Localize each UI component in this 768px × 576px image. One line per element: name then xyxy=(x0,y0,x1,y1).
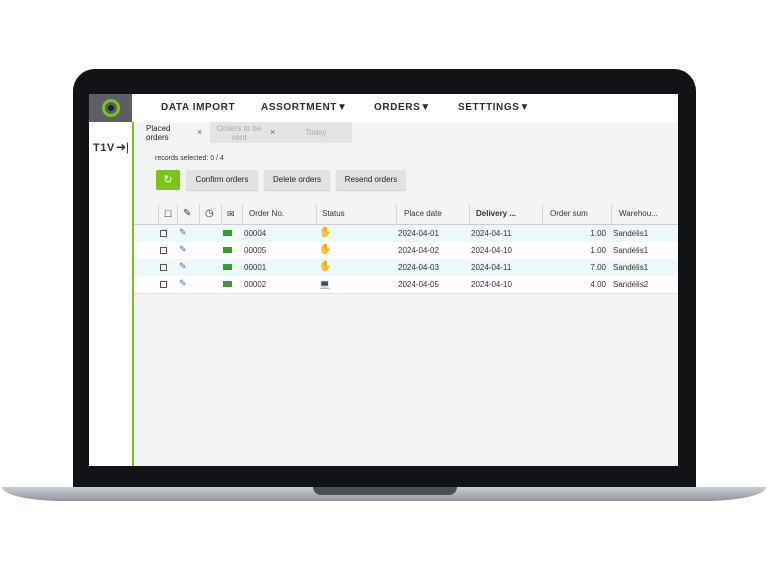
table-row[interactable]: ✎ 00002 💻 2024-04-05 2024-04-10 4.00 San… xyxy=(134,276,678,294)
table-row[interactable]: ✎ 00005 ✋ 2024-04-02 2024-04-10 1.00 San… xyxy=(134,242,678,260)
mail-icon: ✉ xyxy=(221,204,243,224)
order-sum: 1.00 xyxy=(590,246,606,255)
refresh-button[interactable]: ↻ xyxy=(156,170,180,190)
mail-icon xyxy=(223,281,232,287)
table-row[interactable]: ✎ 00001 ✋ 2024-04-03 2024-04-11 7.00 San… xyxy=(134,259,678,277)
col-delivery[interactable]: Delivery ... xyxy=(469,204,542,224)
mail-icon xyxy=(223,247,232,253)
col-warehouse[interactable]: Warehou... xyxy=(611,204,678,224)
warehouse: Sandėlis2 xyxy=(613,280,649,289)
row-checkbox[interactable] xyxy=(160,264,167,271)
col-order-sum[interactable]: Order sum xyxy=(542,204,611,224)
hand-icon: ✋ xyxy=(319,244,332,255)
row-checkbox[interactable] xyxy=(160,230,167,237)
delivery-date: 2024-04-11 xyxy=(471,229,512,238)
logo-ring-icon xyxy=(102,99,120,117)
hand-icon: ✋ xyxy=(319,227,332,238)
place-date: 2024-04-01 xyxy=(398,229,439,238)
edit-icon[interactable]: ✎ xyxy=(179,278,187,289)
table-row[interactable]: ✎ 00004 ✋ 2024-04-01 2024-04-11 1.00 San… xyxy=(134,225,678,243)
table-header: ☐ ✎ ◷ ✉ Order No. Status Place date Deli… xyxy=(134,204,678,225)
records-selected: records selected: 0 / 4 xyxy=(155,155,224,162)
collapse-sidebar-icon[interactable]: ➜| xyxy=(116,140,129,154)
nav-assortment[interactable]: ASSORTMENT▼ xyxy=(261,94,348,122)
edit-column-icon: ✎ xyxy=(177,204,201,224)
delivery-date: 2024-04-10 xyxy=(471,246,512,255)
hand-icon: ✋ xyxy=(319,261,332,272)
tab-today[interactable]: Today xyxy=(280,122,352,143)
main-content: Placed orders × Orders to be sent × Toda… xyxy=(134,122,678,466)
edit-icon[interactable]: ✎ xyxy=(179,244,187,255)
mail-icon xyxy=(223,230,232,236)
order-no: 00002 xyxy=(244,280,267,289)
close-icon[interactable]: × xyxy=(270,128,275,137)
delivery-date: 2024-04-11 xyxy=(471,263,512,272)
row-checkbox[interactable] xyxy=(160,281,167,288)
tab-placed-orders[interactable]: Placed orders × xyxy=(134,122,210,143)
tab-label: Placed orders xyxy=(146,124,171,142)
laptop-notch xyxy=(313,487,457,495)
order-no: 00001 xyxy=(244,263,267,272)
logo[interactable] xyxy=(89,94,132,122)
tab-orders-to-be-sent[interactable]: Orders to be sent × xyxy=(210,122,280,143)
order-sum: 7.00 xyxy=(590,263,606,272)
resend-orders-button[interactable]: Resend orders xyxy=(336,170,406,190)
delivery-date: 2024-04-10 xyxy=(471,280,512,289)
place-date: 2024-04-02 xyxy=(398,246,439,255)
delete-orders-button[interactable]: Delete orders xyxy=(264,170,330,190)
nav-settings[interactable]: SETTTINGS▼ xyxy=(458,94,530,122)
mail-icon xyxy=(223,264,232,270)
edit-icon[interactable]: ✎ xyxy=(179,227,187,238)
confirm-orders-button[interactable]: Confirm orders xyxy=(186,170,258,190)
brand-label: T1V xyxy=(93,142,115,154)
sidebar: T1V ➜| xyxy=(89,122,134,466)
edit-icon[interactable]: ✎ xyxy=(179,261,187,272)
place-date: 2024-04-03 xyxy=(398,263,439,272)
col-place-date[interactable]: Place date xyxy=(396,204,469,224)
row-checkbox[interactable] xyxy=(160,247,167,254)
place-date: 2024-04-05 xyxy=(398,280,439,289)
order-no: 00004 xyxy=(244,229,267,238)
warehouse: Sandėlis1 xyxy=(613,229,649,238)
clock-icon: ◷ xyxy=(199,204,221,224)
top-navbar: DATA IMPORT ASSORTMENT▼ ORDERS▼ SETTTING… xyxy=(89,94,678,123)
app-screen: DATA IMPORT ASSORTMENT▼ ORDERS▼ SETTTING… xyxy=(89,94,678,466)
col-status[interactable]: Status xyxy=(316,204,396,224)
col-order-no[interactable]: Order No. xyxy=(242,204,316,224)
order-sum: 1.00 xyxy=(590,229,606,238)
tab-bar: Placed orders × Orders to be sent × Toda… xyxy=(134,122,678,143)
order-no: 00005 xyxy=(244,246,267,255)
warehouse: Sandėlis1 xyxy=(613,263,649,272)
warehouse: Sandėlis1 xyxy=(613,246,649,255)
nav-data-import[interactable]: DATA IMPORT xyxy=(161,94,235,122)
nav-orders[interactable]: ORDERS▼ xyxy=(374,94,431,122)
close-icon[interactable]: × xyxy=(197,128,202,137)
tab-label: Today xyxy=(305,128,327,137)
laptop-icon: 💻 xyxy=(319,279,331,289)
order-sum: 4.00 xyxy=(590,280,606,289)
tab-label: Orders to be sent xyxy=(216,124,262,142)
